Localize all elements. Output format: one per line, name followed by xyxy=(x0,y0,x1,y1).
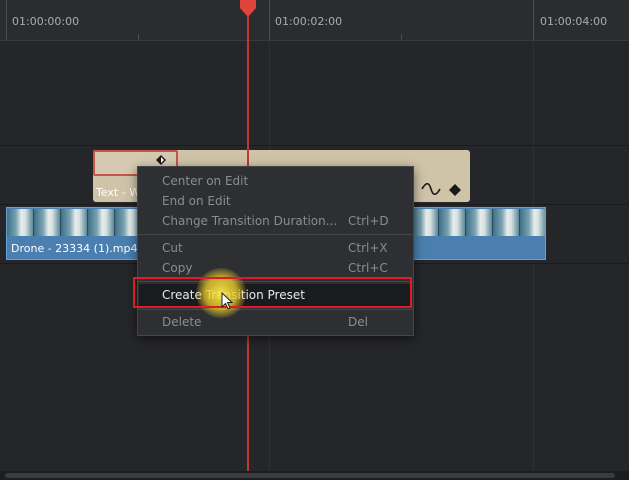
ruler-minor-tick xyxy=(138,34,139,40)
grid-line xyxy=(533,40,534,480)
ruler-tick xyxy=(6,0,7,40)
playhead-icon[interactable] xyxy=(239,0,257,18)
ruler-minor-tick xyxy=(401,34,402,40)
menu-item-delete[interactable]: Delete xyxy=(162,315,201,329)
cursor-icon xyxy=(221,292,233,310)
track-separator xyxy=(0,145,629,146)
video-clip-title: Drone - 23334 (1).mp4 xyxy=(11,242,138,255)
menu-separator xyxy=(138,309,413,310)
context-menu: Center on Edit End on Edit Change Transi… xyxy=(137,166,414,336)
menu-shortcut: Ctrl+D xyxy=(348,214,389,228)
keyframe-icon[interactable] xyxy=(156,155,166,165)
ruler-timecode: 01:00:02:00 xyxy=(275,15,343,28)
menu-item-end-on-edit[interactable]: End on Edit xyxy=(162,194,231,208)
menu-shortcut: Ctrl+C xyxy=(348,261,388,275)
menu-item-center-on-edit[interactable]: Center on Edit xyxy=(162,174,248,188)
menu-item-cut[interactable]: Cut xyxy=(162,241,183,255)
thumbnail xyxy=(439,209,466,236)
ruler-tick xyxy=(269,0,270,40)
highlight-box xyxy=(133,277,412,308)
menu-shortcut: Del xyxy=(348,315,368,329)
thumbnail xyxy=(34,209,61,236)
ruler-timecode: 01:00:04:00 xyxy=(540,15,608,28)
thumbnail xyxy=(493,209,520,236)
curve-icon[interactable] xyxy=(421,183,441,195)
timeline-ruler[interactable]: 01:00:00:00 01:00:02:00 01:00:04:00 xyxy=(0,0,629,41)
thumbnail xyxy=(466,209,493,236)
menu-item-change-transition-duration[interactable]: Change Transition Duration... xyxy=(162,214,337,228)
menu-separator xyxy=(138,234,413,235)
text-clip-title: Text - W xyxy=(96,186,141,199)
menu-item-copy[interactable]: Copy xyxy=(162,261,192,275)
thumbnail xyxy=(61,209,88,236)
timeline-stage: 01:00:00:00 01:00:02:00 01:00:04:00 Text… xyxy=(0,0,629,480)
thumbnail xyxy=(520,209,545,236)
ruler-tick xyxy=(533,0,534,40)
thumbnail xyxy=(412,209,439,236)
menu-shortcut: Ctrl+X xyxy=(348,241,388,255)
ruler-timecode: 01:00:00:00 xyxy=(12,15,80,28)
keyframe-icon[interactable] xyxy=(449,184,461,196)
thumbnail xyxy=(7,209,34,236)
thumbnail xyxy=(88,209,115,236)
scrollbar-thumb[interactable] xyxy=(5,473,615,478)
